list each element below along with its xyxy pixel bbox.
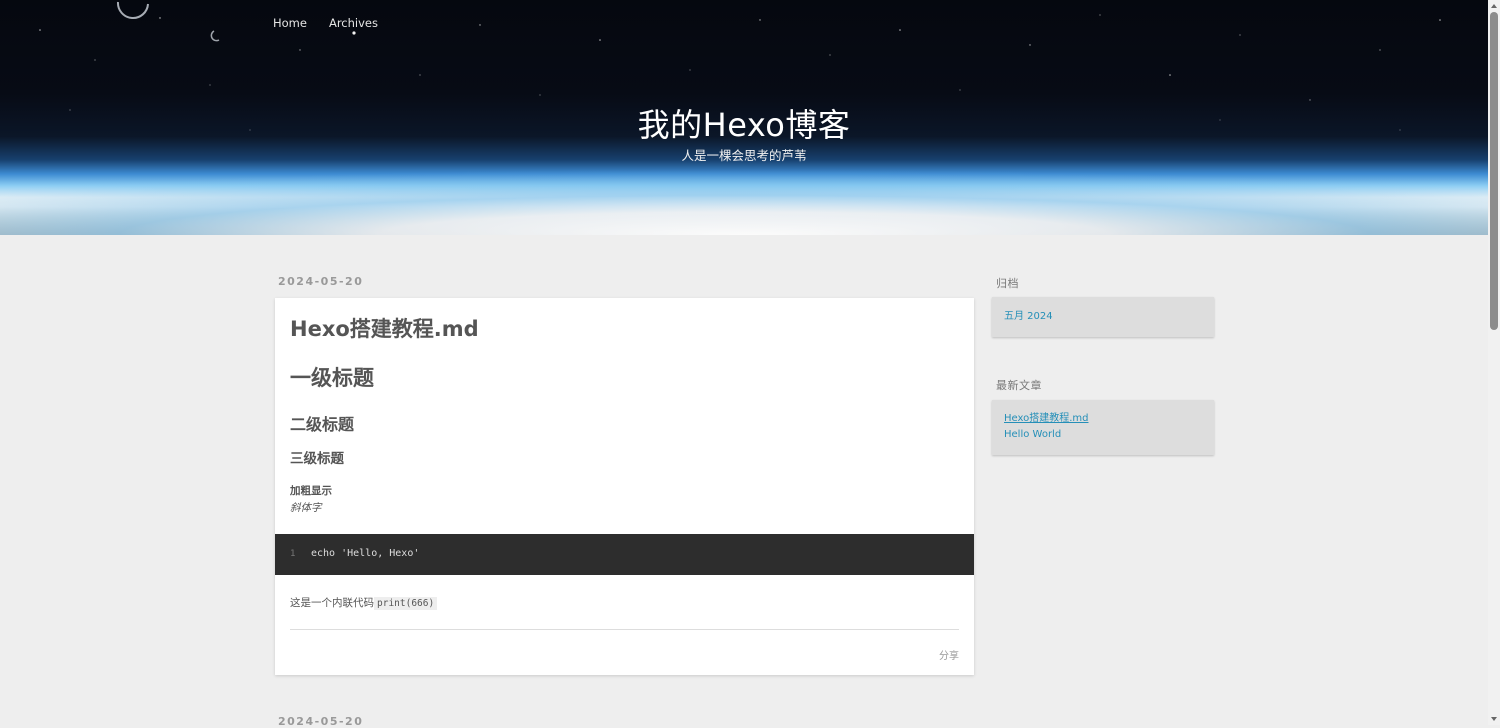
inline-code-paragraph: 这是一个内联代码 print(666) <box>290 595 438 610</box>
recent-posts-widget: Hexo搭建教程.md Hello World <box>992 400 1214 455</box>
nav-archives-link[interactable]: Archives <box>329 16 378 30</box>
recent-post-link[interactable]: Hexo搭建教程.md <box>1004 411 1202 427</box>
paragraph-text: 这是一个内联代码 <box>290 597 374 609</box>
bold-text: 加粗显示 <box>290 485 332 497</box>
post-card: Hexo搭建教程.md 一级标题 二级标题 三级标题 加粗显示 斜体字 1 ec… <box>275 298 974 675</box>
code-line-number: 1 <box>290 549 296 559</box>
code-line: echo 'Hello, Hexo' <box>311 548 420 559</box>
archive-widget-title: 归档 <box>996 277 1019 290</box>
share-link[interactable]: 分享 <box>939 647 959 662</box>
main-nav: Home Archives <box>273 16 378 30</box>
recent-posts-title: 最新文章 <box>996 379 1042 392</box>
scrollbar-thumb[interactable] <box>1490 12 1498 330</box>
archive-widget: 五月 2024 <box>992 297 1214 337</box>
nav-home-link[interactable]: Home <box>273 16 307 30</box>
italic-text: 斜体字 <box>290 502 322 514</box>
vertical-scrollbar[interactable] <box>1488 0 1500 725</box>
scroll-down-arrow-icon[interactable] <box>1491 717 1497 721</box>
post-divider <box>290 629 959 630</box>
heading-level-3: 三级标题 <box>290 451 344 467</box>
header-banner: Home Archives 我的Hexo博客 人是一棵会思考的芦苇 <box>0 0 1488 235</box>
heading-level-2: 二级标题 <box>290 415 355 434</box>
recent-post-link[interactable]: Hello World <box>1004 427 1202 443</box>
inline-code: print(666) <box>374 597 438 610</box>
post-date: 2024-05-20 <box>278 715 364 728</box>
code-block: 1 echo 'Hello, Hexo' <box>275 534 974 575</box>
site-title: 我的Hexo博客 <box>637 106 851 144</box>
heading-level-1: 一级标题 <box>290 366 374 390</box>
post-date: 2024-05-20 <box>278 275 364 288</box>
archive-link-may-2024[interactable]: 五月 2024 <box>1004 309 1202 325</box>
site-subtitle: 人是一棵会思考的芦苇 <box>681 148 807 163</box>
scroll-up-arrow-icon[interactable] <box>1491 4 1497 8</box>
post-title[interactable]: Hexo搭建教程.md <box>290 313 479 343</box>
